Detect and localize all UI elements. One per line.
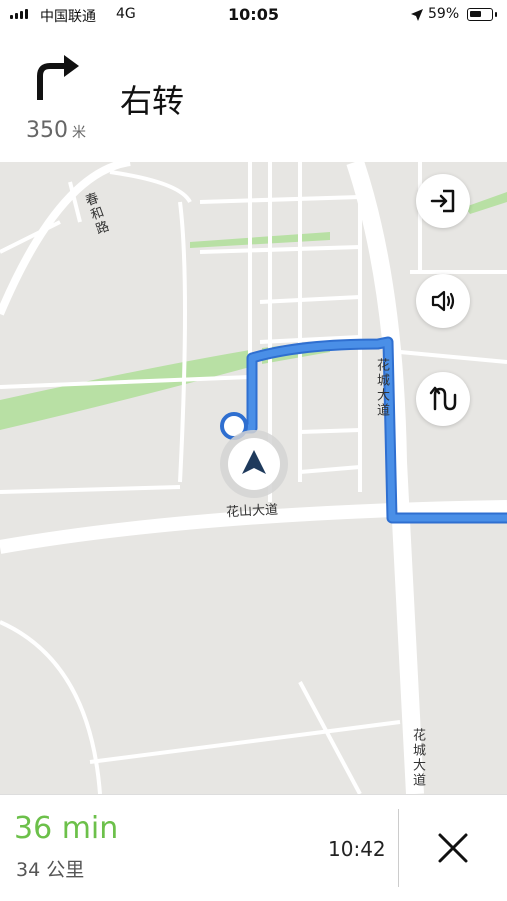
distance-unit: 米	[72, 125, 86, 141]
location-arrow-icon	[411, 9, 423, 21]
trip-distance: 34 公里	[16, 859, 85, 881]
battery-percentage: 59%	[428, 6, 460, 22]
route-options-button[interactable]	[416, 372, 470, 426]
battery-icon	[467, 8, 493, 21]
close-icon	[438, 833, 468, 863]
end-navigation-button[interactable]	[430, 825, 476, 871]
map-view[interactable]: 春和路 花山大道 花城大道 花城大道	[0, 162, 507, 794]
distance-value: 350	[26, 118, 68, 143]
volume-icon	[431, 290, 455, 312]
road-label-huacheng-lower: 花城大道	[410, 728, 425, 788]
road-label-huacheng-upper: 花城大道	[374, 358, 389, 418]
divider	[398, 809, 399, 887]
trip-duration: 36 min	[14, 811, 119, 846]
turn-right-arrow-icon	[37, 55, 79, 100]
arrival-time: 10:42	[328, 837, 386, 861]
maneuver-distance: 350 米	[26, 118, 86, 143]
road-label-huashan: 花山大道	[225, 502, 279, 521]
map-roads	[0, 162, 507, 794]
volume-button[interactable]	[416, 274, 470, 328]
exit-icon	[430, 189, 455, 213]
status-bar: 中国联通 4G 10:05 59%	[0, 0, 507, 32]
maneuver-instruction: 右转	[120, 82, 185, 120]
trip-summary-bar: 36 min 34 公里 10:42	[0, 794, 507, 901]
route-options-icon	[429, 386, 457, 411]
navigation-instruction-panel: 350 米 右转	[0, 32, 507, 163]
exit-navigation-button[interactable]	[416, 174, 470, 228]
